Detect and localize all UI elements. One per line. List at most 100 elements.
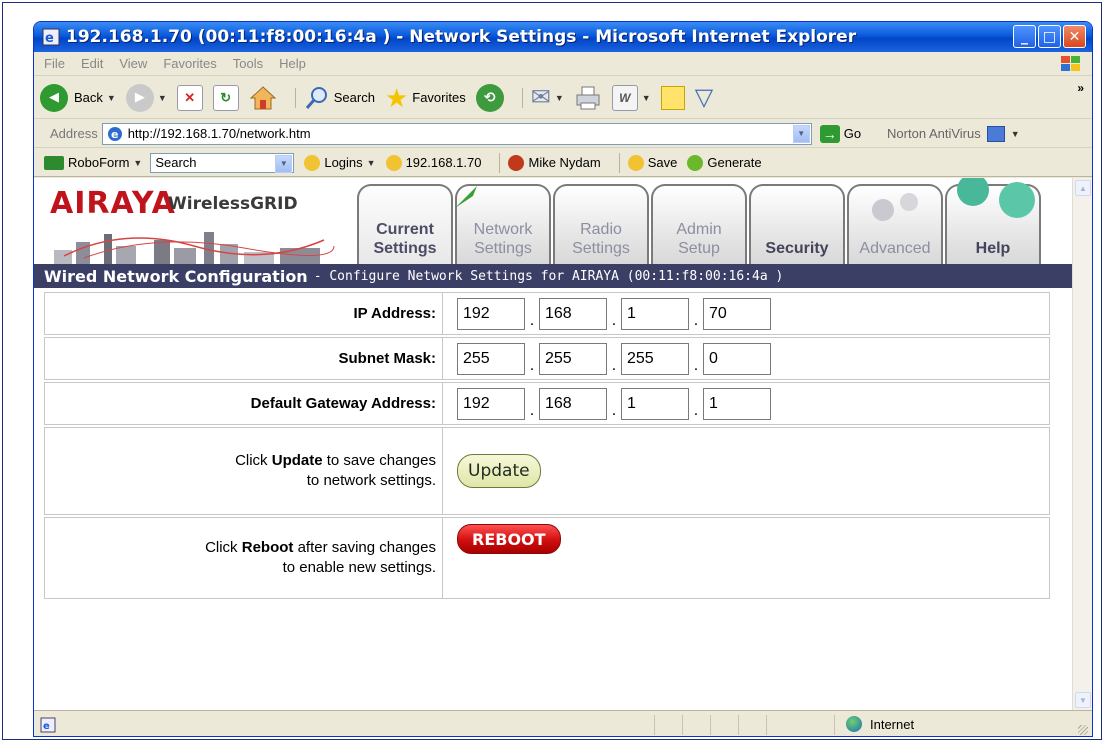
norton-toolbar[interactable]: Norton AntiVirus ▼	[887, 125, 1020, 142]
favorites-star-icon: ★	[384, 82, 409, 113]
user-identity-button[interactable]: Mike Nydam	[508, 154, 601, 171]
logins-button[interactable]: Logins ▼	[304, 154, 376, 171]
menu-help[interactable]: Help	[279, 56, 306, 71]
search-label: Search	[333, 90, 375, 105]
bookmark-ip-button[interactable]: 192.168.1.70	[385, 154, 482, 171]
menu-file[interactable]: File	[44, 56, 65, 71]
reboot-text-bold: Reboot	[241, 539, 294, 556]
tab-label-line1: Admin	[676, 221, 722, 238]
reboot-button[interactable]: REBOOT	[457, 524, 561, 554]
window-controls: _ □ ✕	[1013, 25, 1086, 48]
discuss-button[interactable]	[660, 85, 685, 110]
home-button[interactable]	[249, 85, 277, 111]
address-input[interactable]: e http://192.168.1.70/network.htm ▼	[101, 122, 812, 145]
ip-octet-3-input[interactable]: 1	[621, 297, 689, 330]
tab-current-settings[interactable]: Current Settings	[357, 184, 453, 264]
octet-separator: .	[611, 357, 617, 374]
forward-button[interactable]: ▶ ▼	[125, 83, 167, 112]
vertical-scrollbar[interactable]: ▲ ▼	[1072, 178, 1092, 710]
menu-favorites[interactable]: Favorites	[163, 56, 216, 71]
refresh-button[interactable]: ↻	[212, 84, 239, 111]
subnet-octet-3-input[interactable]: 255	[621, 342, 689, 375]
mail-button[interactable]: ✉ ▼	[531, 83, 564, 112]
subnet-octet-2-input[interactable]: 255	[539, 342, 607, 375]
history-button[interactable]: ⟲	[475, 83, 504, 112]
section-title-bar: Wired Network Configuration - Configure …	[34, 264, 1072, 288]
subnet-octet-4-input[interactable]: 0	[703, 342, 771, 375]
title-bar[interactable]: e 192.168.1.70 (00:11:f8:00:16:4a ) - Ne…	[34, 22, 1092, 52]
update-button[interactable]: Update	[457, 454, 541, 488]
go-button[interactable]: → Go	[819, 124, 861, 143]
gateway-octet-3-input[interactable]: 1	[621, 387, 689, 420]
generate-button[interactable]: Generate	[687, 154, 762, 171]
menu-edit[interactable]: Edit	[81, 56, 103, 71]
tab-network-settings[interactable]: Network Settings	[455, 184, 551, 264]
favorites-button[interactable]: ★ Favorites	[385, 85, 466, 111]
menu-view[interactable]: View	[119, 56, 147, 71]
tab-admin-setup[interactable]: Admin Setup	[651, 184, 747, 264]
toolbar-overflow-button[interactable]: »	[1077, 81, 1084, 95]
gateway-fields: 192 . 168 . 1 . 1	[443, 383, 1049, 424]
note-icon	[660, 85, 685, 110]
close-button[interactable]: ✕	[1063, 25, 1086, 48]
scroll-down-icon[interactable]: ▼	[1075, 692, 1091, 708]
browser-window: e 192.168.1.70 (00:11:f8:00:16:4a ) - Ne…	[33, 21, 1093, 737]
back-label: Back	[74, 90, 103, 105]
zone-label: Internet	[870, 716, 915, 732]
search-button[interactable]: Search	[304, 85, 375, 111]
gateway-octet-2-input[interactable]: 168	[539, 387, 607, 420]
stop-button[interactable]: ✕	[176, 84, 203, 111]
octet-separator: .	[693, 357, 699, 374]
roboform-menu[interactable]: RoboForm	[68, 155, 129, 170]
back-dropdown-icon: ▼	[106, 92, 116, 103]
logins-label: Logins	[324, 155, 363, 170]
mail-dropdown-icon: ▼	[554, 92, 564, 103]
scroll-up-icon[interactable]: ▲	[1075, 180, 1091, 196]
ip-octet-4-input[interactable]: 70	[703, 297, 771, 330]
save-button[interactable]: Save	[627, 154, 678, 171]
tab-help[interactable]: Help	[945, 178, 1041, 264]
tab-label-line2: Settings	[474, 240, 532, 257]
roboform-dropdown-icon: ▼	[133, 157, 143, 168]
gateway-octet-4-input[interactable]: 1	[703, 387, 771, 420]
octet-separator: .	[611, 312, 617, 329]
tab-advanced[interactable]: Advanced	[847, 184, 943, 264]
edit-word-button[interactable]: W ▼	[611, 84, 651, 111]
subnet-mask-label-cell: Subnet Mask:	[45, 338, 443, 379]
minimize-button[interactable]: _	[1013, 25, 1036, 48]
resize-grip[interactable]	[1078, 725, 1088, 735]
menu-tools[interactable]: Tools	[233, 56, 263, 71]
address-label: Address	[50, 126, 98, 141]
tab-radio-settings[interactable]: Radio Settings	[553, 184, 649, 264]
back-button[interactable]: ◀ Back ▼	[40, 83, 116, 112]
home-icon	[249, 85, 277, 109]
tab-security[interactable]: Security	[749, 184, 845, 264]
address-url: http://192.168.1.70/network.htm	[127, 126, 311, 141]
maximize-button[interactable]: □	[1038, 25, 1061, 48]
save-label: Save	[647, 155, 678, 170]
logins-dropdown-icon: ▼	[366, 157, 376, 168]
page-header: AIRAYA WirelessGRID Current Settings Net…	[34, 178, 1072, 264]
printer-icon	[576, 86, 600, 109]
logo-text: AIRAYA	[50, 186, 176, 221]
roboform-search-input[interactable]: Search ▼	[150, 152, 295, 173]
address-bar: Address e http://192.168.1.70/network.ht…	[34, 120, 1092, 148]
roboform-icon	[44, 155, 64, 170]
spheres-decoration-icon	[872, 193, 918, 221]
ip-octet-1-input[interactable]: 192	[457, 297, 525, 330]
forward-dropdown-icon: ▼	[157, 92, 167, 103]
ip-octet-2-input[interactable]: 168	[539, 297, 607, 330]
messenger-button[interactable]: ▽	[695, 83, 713, 112]
print-button[interactable]	[574, 85, 602, 111]
roboform-search-dropdown-icon[interactable]: ▼	[275, 154, 293, 173]
gateway-octet-1-input[interactable]: 192	[457, 387, 525, 420]
address-dropdown-icon[interactable]: ▼	[792, 124, 810, 143]
stop-icon: ✕	[176, 84, 203, 111]
bookmark-ip-label: 192.168.1.70	[405, 155, 482, 170]
subnet-mask-label: Subnet Mask:	[338, 350, 436, 367]
update-cell: Update	[443, 428, 1049, 514]
roboform-toolbar: RoboForm ▼ Search ▼ Logins ▼ 192.168.1.7…	[34, 149, 1092, 177]
subnet-octet-1-input[interactable]: 255	[457, 342, 525, 375]
leaf-icon	[455, 186, 477, 208]
user-icon	[508, 154, 525, 171]
